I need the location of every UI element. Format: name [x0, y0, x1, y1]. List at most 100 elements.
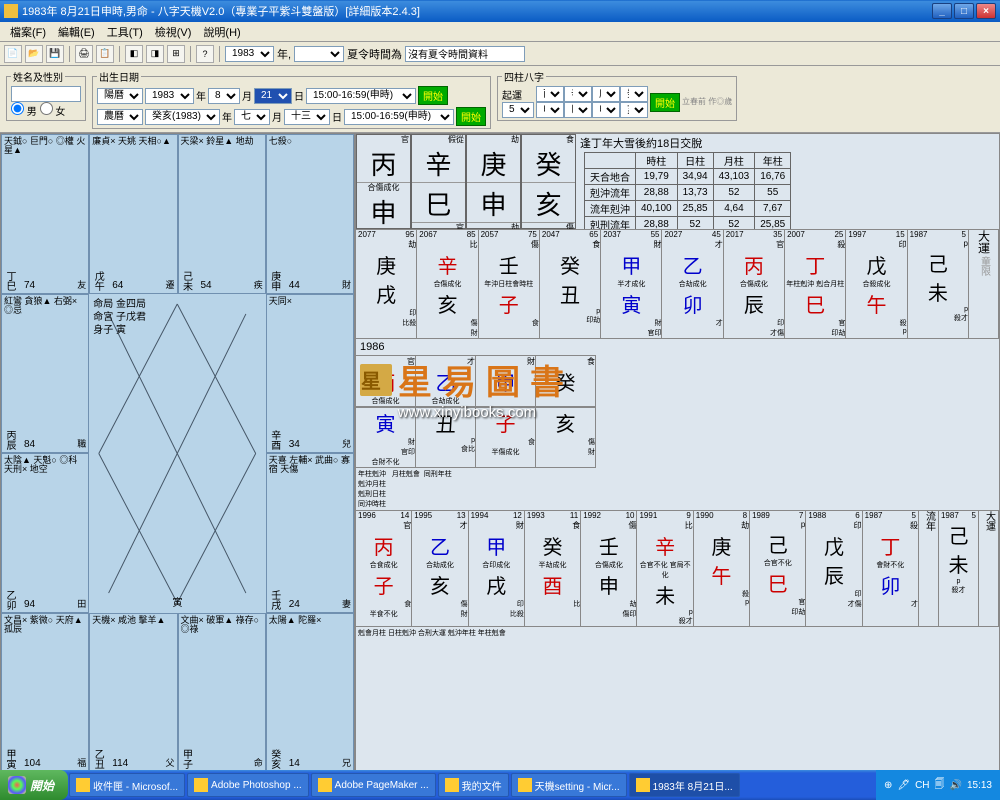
menu-edit[interactable]: 編輯(E) [52, 22, 101, 42]
year-luck-cell[interactable]: 199513才乙合劫成化亥傷 財 [412, 511, 468, 626]
startluck-select[interactable]: 5 [502, 102, 534, 118]
bazi-column[interactable]: 假從辛巳官 印劫合傷成化 [411, 134, 466, 229]
m1-select[interactable]: 8 [208, 88, 240, 104]
year-cell[interactable]: 亥傷 財 [536, 408, 596, 467]
d2-select[interactable]: 十三 [284, 109, 330, 125]
luck-cell[interactable]: 207795劫庚戌印 比殺 [356, 230, 417, 338]
taskbar-item[interactable]: 天機setting - Micr... [511, 773, 627, 797]
taskbar-item[interactable]: 1983年 8月21日... [629, 773, 740, 797]
year-cell[interactable]: 丑p 食比 [416, 408, 476, 467]
m2-select[interactable]: 七 [234, 109, 270, 125]
tool-print-icon[interactable]: 🖨 [75, 45, 93, 63]
luck-cell[interactable]: 19875p己未p 殺才 [908, 230, 969, 338]
taskbar-item[interactable]: Adobe PageMaker ... [311, 773, 436, 797]
luck-cell[interactable]: 205775傷壬年沖日柱會時柱子食 [479, 230, 540, 338]
clock[interactable]: 15:13 [967, 780, 992, 791]
palace-mao[interactable]: 太陰▲ 天魁○ ◎科 天刑× 地空乙卯94田 [1, 453, 89, 613]
taskbar-item[interactable]: 收件匣 - Microsof... [69, 773, 185, 797]
d1-select[interactable]: 21 [254, 88, 292, 104]
p13[interactable]: 亥 [620, 102, 648, 118]
menu-file[interactable]: 檔案(F) [4, 22, 52, 42]
taskbar-item[interactable]: Adobe Photoshop ... [187, 773, 309, 797]
cal2-select[interactable]: 農曆 [97, 109, 143, 125]
systray[interactable]: ⊕ 🖋 CH 🗐 🔊 15:13 [876, 770, 1000, 800]
p10[interactable]: 申 [536, 102, 564, 118]
menu-help[interactable]: 說明(H) [197, 22, 246, 42]
maximize-button[interactable]: □ [954, 3, 974, 19]
tool-b-icon[interactable]: ◨ [146, 45, 164, 63]
sub-select[interactable] [294, 46, 344, 62]
palace-hai[interactable]: 太陽▲ 陀羅×癸亥14兄 [266, 613, 354, 773]
palace-chou[interactable]: 天機× 咸池 擊羊▲乙丑114父 [89, 613, 177, 773]
t1-select[interactable]: 15:00-16:59(申時) [306, 88, 416, 104]
taskbar-item[interactable]: 我的文件 [438, 773, 509, 797]
luck2-side-cell[interactable]: 19875己未p 殺才 [939, 511, 979, 626]
cal1-select[interactable]: 陽曆 [97, 88, 143, 104]
tool-save-icon[interactable]: 💾 [46, 45, 64, 63]
start-button[interactable]: 開始 [0, 770, 68, 800]
y1-select[interactable]: 1983 [145, 88, 194, 104]
spring-btn-a[interactable]: 立春前 作◎歲 [682, 98, 732, 106]
year-luck-cell[interactable]: 19875殺丁會財不化卯才 [863, 511, 919, 626]
tool-c-icon[interactable]: ⊞ [167, 45, 185, 63]
p00[interactable]: 丙 [536, 86, 564, 102]
year-cell[interactable]: 寅財 官印合財不化 [356, 408, 416, 467]
minimize-button[interactable]: _ [932, 3, 952, 19]
tray-icon[interactable]: 🔊 [950, 780, 962, 791]
bazi-column[interactable]: 食癸亥傷 財 [521, 134, 576, 229]
menu-view[interactable]: 檢視(V) [149, 22, 198, 42]
luck-cell[interactable]: 201735官丙合傷成化辰印 才傷 [724, 230, 785, 338]
palace-wu[interactable]: 廉貞× 天姚 天相○▲戊午64遷 [89, 134, 177, 294]
p12[interactable]: 申 [592, 102, 620, 118]
year-select[interactable]: 1983 [225, 46, 274, 62]
tool-open-icon[interactable]: 📂 [25, 45, 43, 63]
go3-button[interactable]: 開始 [650, 93, 680, 112]
palace-si[interactable]: 天鉞○ 巨門○ ◎權 火星▲丁巳74友 [1, 134, 89, 294]
tool-new-icon[interactable]: 📄 [4, 45, 22, 63]
dst-input[interactable] [405, 46, 525, 62]
palace-shen[interactable]: 七殺○庚申44財 [266, 134, 354, 294]
year-luck-cell[interactable]: 19919比辛合官不化 官局不化未p 殺才 [637, 511, 693, 626]
luck-cell[interactable]: 199715印戊合殺成化午殺 p [846, 230, 907, 338]
bazi-column[interactable]: 劫庚申劫 傷印 [466, 134, 521, 229]
p02[interactable]: 庚 [592, 86, 620, 102]
tray-icon[interactable]: ⊕ [884, 780, 892, 791]
luck-cell[interactable]: 204765食癸丑p 印劫 [540, 230, 601, 338]
year-luck-cell[interactable]: 199412財甲合印成化戌印 比殺 [469, 511, 525, 626]
year-luck-cell[interactable]: 199210傷壬合傷成化申劫 傷印 [581, 511, 637, 626]
bazi-column[interactable]: 官丙合傷成化申劫 傷印合傷成化 天合地合 [356, 134, 411, 229]
year-luck-cell[interactable]: 199614官丙合食成化 子食 半食不化 [356, 511, 412, 626]
year-cell[interactable]: 才乙合劫成化 [416, 356, 476, 406]
palace-yin[interactable]: 文昌× 紫微○ 天府▲ 孤辰甲寅104福 [1, 613, 89, 773]
palace-you[interactable]: 天同×辛酉34兒 [266, 294, 354, 454]
t2-select[interactable]: 15:00-16:59(申時) [344, 109, 454, 125]
go2-button[interactable]: 開始 [456, 107, 486, 126]
tool-help-icon[interactable]: ? [196, 45, 214, 63]
luck-cell[interactable]: 203755財甲半才成化寅財 官印 [601, 230, 662, 338]
menu-tools[interactable]: 工具(T) [101, 22, 149, 42]
tray-icon[interactable]: 🗐 [935, 777, 945, 794]
p03[interactable]: 癸 [620, 86, 648, 102]
luck-cell[interactable]: 202745才乙合劫成化卯才 [662, 230, 723, 338]
y2-select[interactable]: 癸亥(1983) [145, 109, 220, 125]
gender-male[interactable]: 男 [11, 107, 37, 118]
palace-chen[interactable]: 紅鸞 貪狼▲ 右弼× ◎忌丙辰84職 [1, 294, 89, 454]
luck-cell[interactable]: 206785比辛合傷成化亥傷 財 [417, 230, 478, 338]
palace-zi[interactable]: 文曲× 破軍▲ 祿存○ ◎祿甲子命 [178, 613, 266, 773]
p01[interactable]: 辛 [564, 86, 592, 102]
luck-cell[interactable]: 200725殺丁年柱剋沖 剋合月柱巳官 印劫 [785, 230, 846, 338]
close-button[interactable]: × [976, 3, 996, 19]
year-cell[interactable]: 子食半傷成化 [476, 408, 536, 467]
year-cell[interactable]: 官丙合傷成化 [356, 356, 416, 406]
palace-xu[interactable]: 天喜 左輔× 武曲○ 寡宿 天傷壬戌24妻 [266, 453, 354, 613]
go1-button[interactable]: 開始 [418, 86, 448, 105]
p11[interactable]: 巳 [564, 102, 592, 118]
lang-indicator[interactable]: CH [915, 780, 929, 791]
year-cell[interactable]: 財甲 [476, 356, 536, 406]
tray-icon[interactable]: 🖋 [897, 780, 910, 791]
year-luck-cell[interactable]: 199311食癸半劫成化酉比 [525, 511, 581, 626]
tool-copy-icon[interactable]: 📋 [96, 45, 114, 63]
tool-a-icon[interactable]: ◧ [125, 45, 143, 63]
name-input[interactable] [11, 86, 81, 102]
year-luck-cell[interactable]: 19908劫庚午殺 p [694, 511, 750, 626]
